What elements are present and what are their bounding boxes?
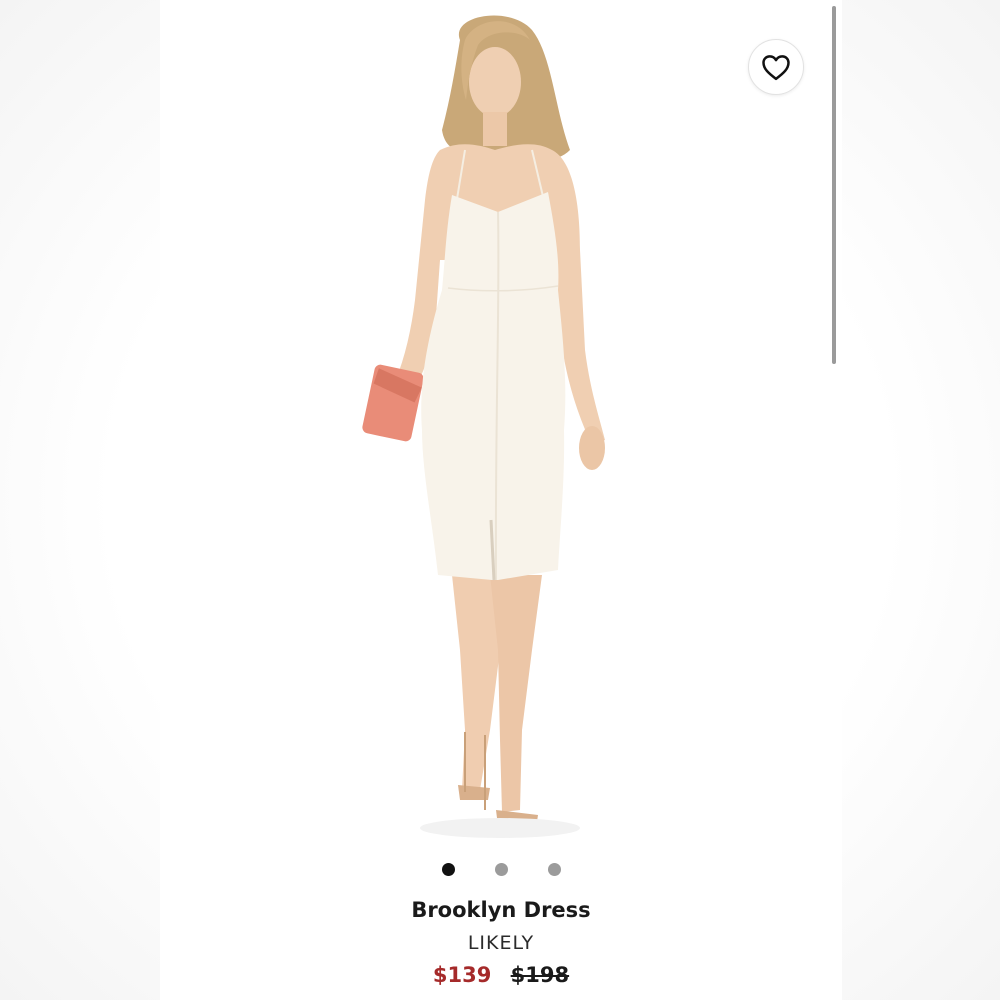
scrollbar-thumb[interactable] [832, 6, 836, 364]
original-price: $198 [510, 963, 570, 987]
product-photo[interactable] [160, 0, 842, 850]
product-brand[interactable]: LIKELY [160, 932, 842, 954]
sale-price: $139 [432, 963, 492, 987]
pagination-dot-1[interactable] [441, 863, 455, 876]
price-row: $139 $198 [160, 963, 842, 987]
heart-icon [762, 55, 790, 81]
page: Brooklyn Dress LIKELY $139 $198 [0, 0, 1000, 1000]
pagination-dot-2[interactable] [494, 863, 508, 876]
product-card: Brooklyn Dress LIKELY $139 $198 [160, 0, 842, 1000]
image-pagination [160, 863, 842, 876]
favorite-button[interactable] [748, 39, 804, 95]
product-title[interactable]: Brooklyn Dress [160, 898, 842, 922]
pagination-dot-3[interactable] [547, 863, 561, 876]
